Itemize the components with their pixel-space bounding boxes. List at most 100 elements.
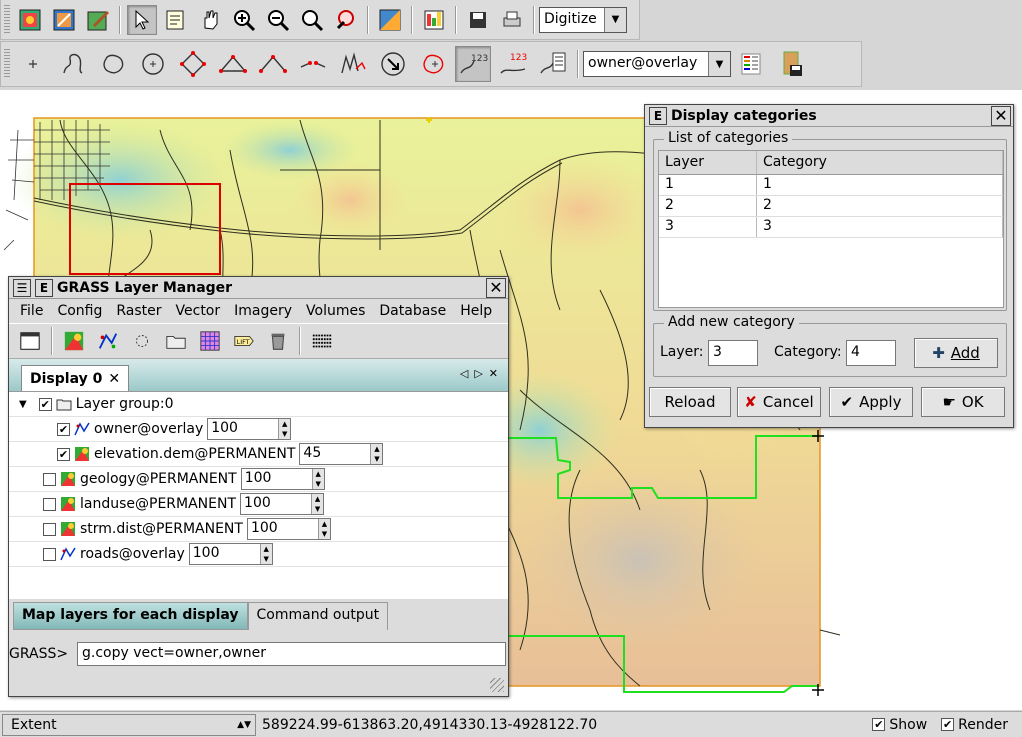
zoom-menu-icon[interactable] [331, 5, 361, 35]
table-row[interactable]: 1 1 [659, 175, 1003, 196]
column-layer[interactable]: Layer [659, 151, 757, 174]
spin-arrows-icon[interactable]: ▲ ▼ [278, 419, 291, 439]
collapse-icon[interactable]: ▼ [19, 399, 27, 410]
remove-vertex-icon[interactable] [255, 46, 291, 82]
add-point-icon[interactable] [15, 46, 51, 82]
copy-categories-icon[interactable]: 123 [495, 46, 531, 82]
tab-close-icon[interactable]: ✕ [489, 367, 498, 380]
mode-select[interactable]: Digitize ▼ [539, 6, 627, 33]
tab-command-output[interactable]: Command output [247, 602, 389, 630]
command-builder-icon[interactable] [307, 326, 337, 356]
apply-button[interactable]: ✔ Apply [829, 387, 913, 417]
layer-checkbox[interactable] [43, 522, 56, 536]
layer-row[interactable]: ✔ owner@overlay 100 ▲ ▼ [9, 417, 508, 442]
add-label-icon[interactable]: LIFT [229, 326, 259, 356]
menu-volumes[interactable]: Volumes [299, 303, 372, 319]
edit-line-icon[interactable] [335, 46, 371, 82]
delete-line-icon[interactable] [415, 46, 451, 82]
close-tab-icon[interactable]: ✕ [108, 371, 120, 387]
analyze-icon[interactable] [375, 5, 405, 35]
attributes-icon[interactable] [535, 46, 571, 82]
zoom-back-icon[interactable] [297, 5, 327, 35]
toolbar-grip[interactable] [4, 49, 10, 79]
ok-button[interactable]: ☛ OK [921, 387, 1005, 417]
layer-row[interactable]: strm.dist@PERMANENT 100 ▲ ▼ [9, 517, 508, 542]
menu-help[interactable]: Help [453, 303, 499, 319]
category-field[interactable]: 4 [846, 340, 896, 366]
rerender-map-icon[interactable] [49, 5, 79, 35]
tab-left-icon[interactable]: ◁ [460, 367, 468, 380]
digitizer-settings-icon[interactable] [733, 46, 769, 82]
window-menu-icon[interactable]: ☰ [13, 278, 31, 297]
show-checkbox[interactable]: ✔ Show [872, 717, 927, 733]
column-category[interactable]: Category [757, 151, 1003, 174]
query-icon[interactable] [161, 5, 191, 35]
menu-file[interactable]: File [13, 303, 50, 319]
move-line-icon[interactable] [375, 46, 411, 82]
opacity-stepper[interactable]: 100 ▲ ▼ [240, 493, 325, 515]
toolbar-grip[interactable] [4, 4, 10, 35]
spin-arrows-icon[interactable]: ▲ ▼ [259, 544, 272, 564]
zoom-out-icon[interactable] [263, 5, 293, 35]
add-vertex-icon[interactable] [215, 46, 251, 82]
opacity-stepper[interactable]: 100 ▲ ▼ [207, 418, 292, 440]
erase-display-icon[interactable] [83, 5, 113, 35]
save-icon[interactable] [463, 5, 493, 35]
layer-checkbox[interactable]: ✔ [57, 422, 70, 436]
opacity-stepper[interactable]: 100 ▲ ▼ [240, 468, 325, 490]
menu-vector[interactable]: Vector [169, 303, 228, 319]
spin-arrows-icon[interactable]: ▲ ▼ [311, 469, 324, 489]
tab-right-icon[interactable]: ▷ [474, 367, 482, 380]
layer-row[interactable]: ✔ elevation.dem@PERMANENT 45 ▲ ▼ [9, 442, 508, 467]
add-line-icon[interactable] [55, 46, 91, 82]
opacity-stepper[interactable]: 100 ▲ ▼ [188, 543, 273, 565]
overlay-decoration-icon[interactable] [419, 5, 449, 35]
add-vector-icon[interactable] [93, 326, 123, 356]
resize-grip-icon[interactable] [490, 678, 504, 692]
layer-row[interactable]: landuse@PERMANENT 100 ▲ ▼ [9, 492, 508, 517]
window-menu-icon[interactable]: E [649, 106, 667, 125]
add-group-icon[interactable] [161, 326, 191, 356]
menu-imagery[interactable]: Imagery [227, 303, 299, 319]
spin-arrows-icon[interactable]: ▲ ▼ [370, 444, 383, 464]
split-line-icon[interactable] [295, 46, 331, 82]
statusbar-mode-select[interactable]: Extent ▲▼ [2, 713, 256, 736]
add-button[interactable]: ✚ Add [914, 338, 998, 368]
table-row[interactable]: 3 3 [659, 217, 1003, 238]
add-raster-icon[interactable] [59, 326, 89, 356]
reload-button[interactable]: Reload [649, 387, 731, 417]
delete-layer-icon[interactable] [263, 326, 293, 356]
menu-config[interactable]: Config [50, 303, 109, 319]
layer-checkbox[interactable]: ✔ [57, 447, 70, 461]
layer-row[interactable]: ▼ ✔ Layer group:0 [9, 392, 508, 417]
pan-icon[interactable] [195, 5, 225, 35]
opacity-stepper[interactable]: 45 ▲ ▼ [299, 443, 384, 465]
spin-arrows-icon[interactable]: ▲ ▼ [311, 494, 324, 514]
new-display-icon[interactable] [15, 326, 45, 356]
display-map-icon[interactable] [15, 5, 45, 35]
zoom-in-icon[interactable] [229, 5, 259, 35]
print-icon[interactable] [497, 5, 527, 35]
layer-checkbox[interactable] [43, 547, 56, 561]
add-overlay-icon[interactable] [195, 326, 225, 356]
add-centroid-icon[interactable] [135, 46, 171, 82]
add-boundary-icon[interactable] [95, 46, 131, 82]
add-misc-icon[interactable] [127, 326, 157, 356]
opacity-stepper[interactable]: 100 ▲ ▼ [246, 518, 331, 540]
layer-checkbox[interactable] [43, 497, 56, 511]
layer-checkbox[interactable]: ✔ [38, 397, 52, 411]
vector-map-select[interactable]: owner@overlay ▼ [583, 51, 731, 77]
display-categories-icon[interactable]: 123 [455, 46, 491, 82]
cancel-button[interactable]: ✘ Cancel [737, 387, 821, 417]
menu-database[interactable]: Database [372, 303, 453, 319]
table-row[interactable]: 2 2 [659, 196, 1003, 217]
quit-digitizer-icon[interactable] [773, 46, 809, 82]
render-checkbox[interactable]: ✔ Render [941, 717, 1008, 733]
command-input[interactable]: g.copy vect=owner,owner [77, 642, 506, 666]
layer-row[interactable]: roads@overlay 100 ▲ ▼ [9, 542, 508, 567]
close-icon[interactable]: ✕ [486, 277, 506, 298]
window-e-icon[interactable]: E [35, 278, 53, 297]
spin-arrows-icon[interactable]: ▲ ▼ [317, 519, 330, 539]
close-icon[interactable]: ✕ [991, 105, 1011, 126]
dialog-titlebar[interactable]: E Display categories ✕ [645, 105, 1013, 127]
